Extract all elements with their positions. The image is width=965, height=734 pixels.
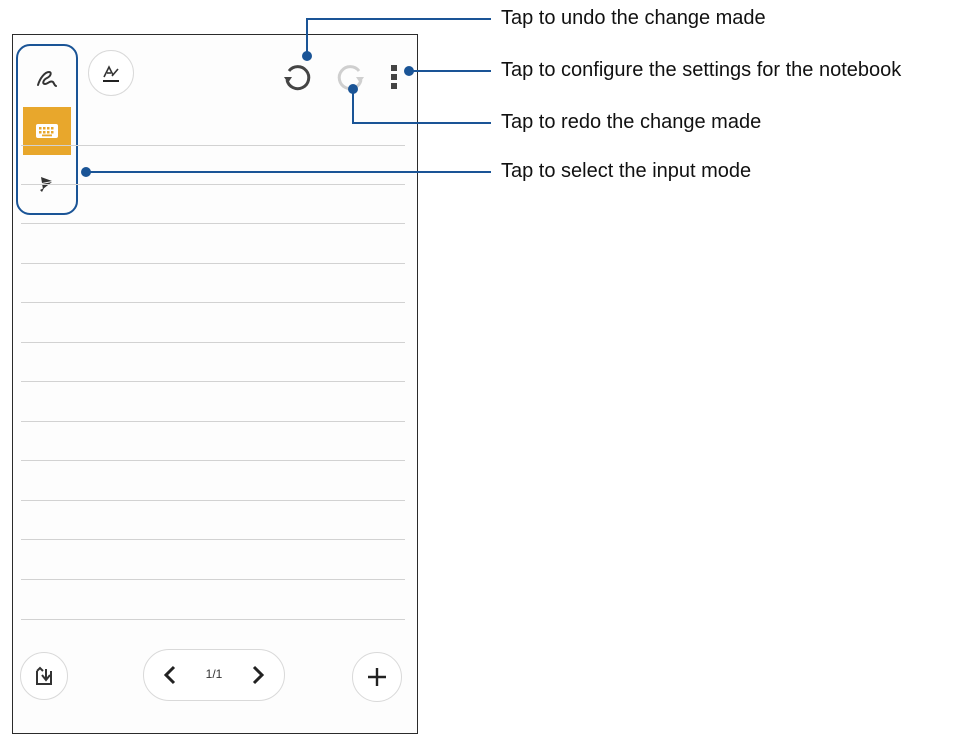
plus-icon (368, 668, 386, 686)
insert-button[interactable] (20, 652, 68, 700)
notebook-screen: 1/1 (12, 34, 418, 734)
handwriting-mode-button[interactable] (23, 55, 71, 103)
pen-style-icon (103, 65, 119, 82)
typing-mode-button[interactable] (23, 107, 71, 155)
redo-callout-text: Tap to redo the change made (501, 111, 762, 133)
next-page-button[interactable] (246, 662, 270, 688)
ruled-line (21, 579, 405, 580)
brush-icon (40, 177, 52, 192)
settings-callout-text: Tap to configure the settings for the no… (501, 59, 902, 81)
ruled-line (21, 500, 405, 501)
more-vertical-icon (391, 65, 397, 89)
ruled-line (21, 223, 405, 224)
handwriting-scribble-icon (37, 70, 57, 87)
input-mode-callout-text: Tap to select the input mode (501, 160, 752, 182)
drawing-mode-button[interactable] (23, 159, 71, 207)
undo-button[interactable] (277, 57, 317, 97)
ruled-line (21, 342, 405, 343)
notebook-toolbar (13, 35, 417, 215)
ruled-line (21, 421, 405, 422)
ruled-line (21, 381, 405, 382)
pen-style-button[interactable] (88, 50, 134, 96)
ruled-line (21, 302, 405, 303)
keyboard-icon (36, 124, 58, 138)
page-navigator: 1/1 (143, 649, 285, 701)
insert-into-icon (36, 666, 52, 685)
redo-icon (337, 65, 364, 91)
ruled-line (21, 184, 405, 185)
add-page-button[interactable] (352, 652, 402, 702)
ruled-line (21, 539, 405, 540)
chevron-right-icon (252, 665, 265, 685)
undo-icon (284, 65, 311, 91)
ruled-line (21, 263, 405, 264)
redo-button[interactable] (331, 57, 371, 97)
ruled-line (21, 619, 405, 620)
ruled-line (21, 145, 405, 146)
settings-menu-button[interactable] (385, 57, 405, 97)
undo-callout-text: Tap to undo the change made (501, 7, 766, 29)
ruled-line (21, 460, 405, 461)
input-mode-selector (16, 44, 78, 215)
